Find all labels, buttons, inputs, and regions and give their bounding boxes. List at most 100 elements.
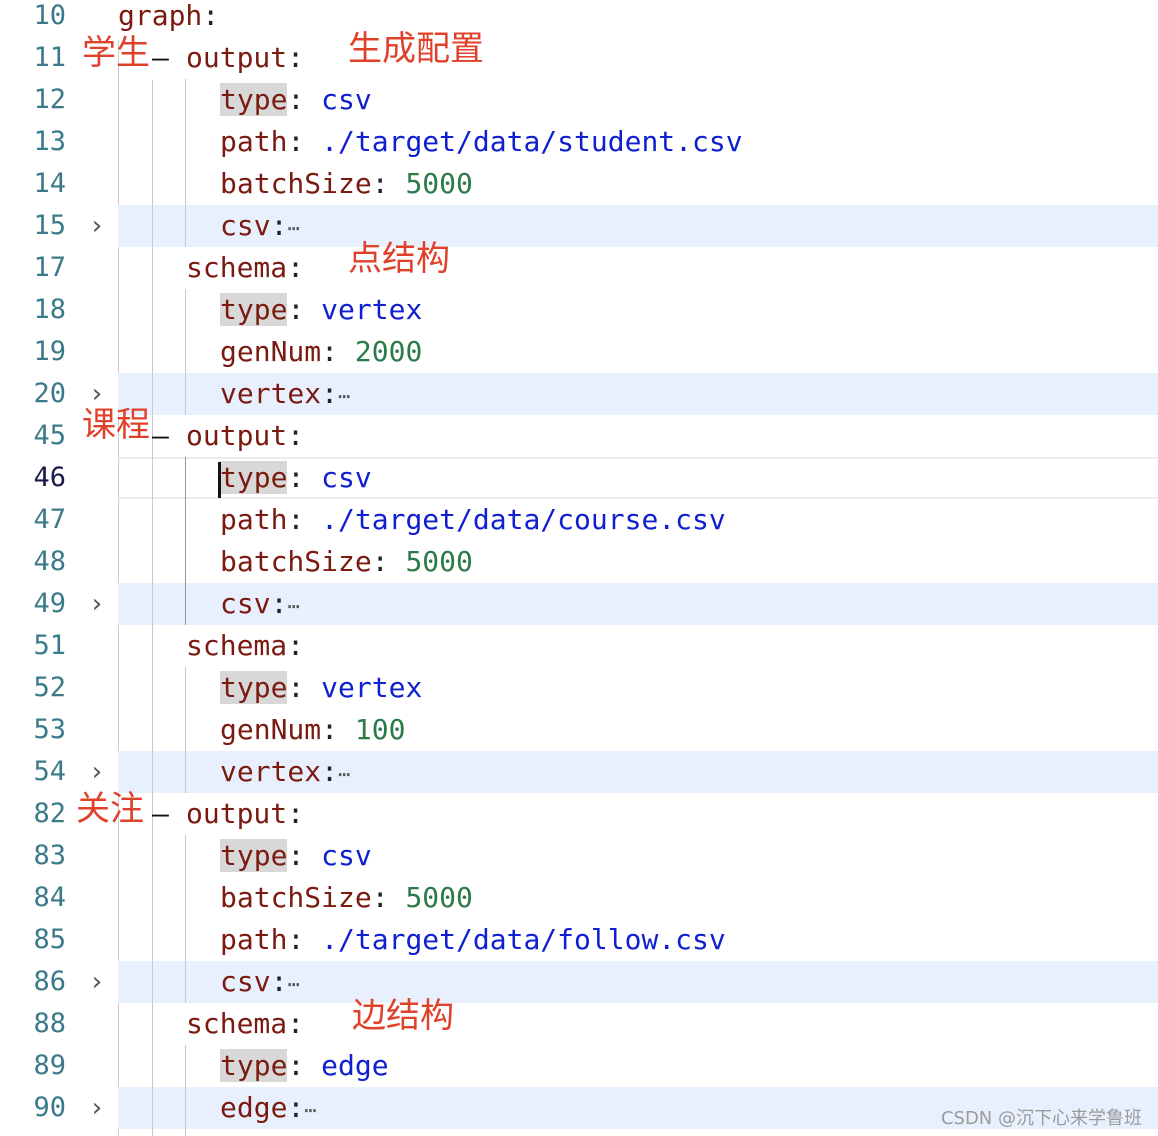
code-text: path: ./target/data/follow.csv [220,919,726,961]
line-number: 52 [33,672,66,703]
code-token: : [287,83,322,116]
code-line[interactable]: 45 output: [0,415,1158,457]
code-token: path [220,503,288,536]
indent-guide [152,80,153,1136]
code-token: : [321,713,355,746]
code-line[interactable]: 52 type: vertex [0,667,1158,709]
code-token: : [287,41,305,74]
annotation-follow: 关注 [76,789,144,829]
fold-chevron-icon[interactable]: › [86,751,108,793]
code-token: : [287,293,322,326]
code-line[interactable]: 83 type: csv [0,835,1158,877]
code-line[interactable]: 12 type: csv [0,79,1158,121]
code-token: : [371,167,406,200]
fold-chevron-icon[interactable]: › [86,205,108,247]
code-token: ⋯ [338,762,351,786]
code-line[interactable]: 51 schema: [0,625,1158,667]
annotation-gen-config: 生成配置 [348,29,484,69]
code-token: ⋯ [287,216,300,240]
line-number: 17 [33,252,66,283]
line-number: 85 [33,924,66,955]
annotation-student: 学生 [82,33,150,73]
code-line[interactable]: 88 schema: [0,1003,1158,1045]
line-number: 51 [33,630,66,661]
line-number: 53 [33,714,66,745]
code-text: path: ./target/data/student.csv [220,121,743,163]
code-token: type [220,461,288,494]
code-token: : [287,797,305,830]
code-line[interactable]: 86 › csv:⋯ [0,961,1158,1003]
code-line[interactable]: 89 type: edge [0,1045,1158,1087]
code-line[interactable]: 10 graph: [0,0,1158,37]
fold-chevron-icon[interactable]: › [86,961,108,1003]
code-text: type: csv [220,79,372,121]
code-token: : [287,839,322,872]
code-line[interactable]: 20 › vertex:⋯ [0,373,1158,415]
code-line[interactable]: 19 genNum: 2000 [0,331,1158,373]
code-text: output: [186,37,304,79]
text-cursor [218,462,221,498]
line-number: 88 [33,1008,66,1039]
annotation-vertex-schema: 点结构 [348,239,450,279]
code-editor[interactable]: 10 graph: 11 output: 12 type: csv 13 path: ./ta… [0,0,1158,1136]
line-number: 18 [33,294,66,325]
code-text: edge:⋯ [220,1087,316,1131]
annotation-edge-schema: 边结构 [352,996,454,1036]
code-token: schema [186,629,288,662]
code-token: ⋯ [338,384,351,408]
line-number: 90 [33,1092,66,1123]
code-line[interactable]: 13 path: ./target/data/student.csv [0,121,1158,163]
code-line[interactable]: 15 › csv:⋯ [0,205,1158,247]
code-token: batchSize [220,167,372,200]
code-text: batchSize: 5000 [220,877,473,919]
annotation-course: 课程 [82,405,150,445]
code-token: csv [220,209,271,242]
code-token: 100 [354,713,406,746]
code-text: batchSize: 5000 [220,541,473,583]
code-token: ⋯ [304,1098,317,1122]
code-text: csv:⋯ [220,583,299,627]
code-line[interactable]: 14 batchSize: 5000 [0,163,1158,205]
code-token: genNum [220,713,322,746]
code-token: : [287,1007,305,1040]
code-token: vertex [321,671,423,704]
code-token: type [220,671,288,704]
line-number: 46 [33,462,66,493]
code-token: : [287,125,322,158]
fold-chevron-icon[interactable]: › [86,583,108,625]
code-text: vertex:⋯ [220,373,350,417]
code-line[interactable]: 47 path: ./target/data/course.csv [0,499,1158,541]
code-token: ./target/data/follow.csv [321,923,726,956]
code-line[interactable]: 49 › csv:⋯ [0,583,1158,625]
code-token: : [287,251,305,284]
code-token: schema [186,1007,288,1040]
code-token: : [270,587,288,620]
code-text: type: csv [220,835,372,877]
fold-chevron-icon[interactable]: › [86,1087,108,1129]
line-number: 12 [33,84,66,115]
code-token: path [220,125,288,158]
code-token: genNum [220,335,322,368]
code-line[interactable]: 18 type: vertex [0,289,1158,331]
code-text: batchSize: 5000 [220,163,473,205]
code-token: type [220,1049,288,1082]
code-token: : [321,377,339,410]
code-line[interactable]: 48 batchSize: 5000 [0,541,1158,583]
code-text: type: vertex [220,667,422,709]
code-line[interactable]: 11 output: [0,37,1158,79]
code-line[interactable]: 84 batchSize: 5000 [0,877,1158,919]
line-number: 89 [33,1050,66,1081]
code-text: output: [186,793,304,835]
code-line[interactable]: 17 schema: [0,247,1158,289]
code-text: genNum: 2000 [220,331,422,373]
code-token: : [321,335,355,368]
code-token: vertex [220,755,322,788]
code-line[interactable]: 46 type: csv [0,457,1158,499]
code-token: vertex [321,293,423,326]
code-line[interactable]: 82 output: [0,793,1158,835]
code-text: output: [186,415,304,457]
code-line[interactable]: 53 genNum: 100 [0,709,1158,751]
code-line[interactable]: 85 path: ./target/data/follow.csv [0,919,1158,961]
code-line[interactable]: 54 › vertex:⋯ [0,751,1158,793]
watermark: CSDN @沉下心来学鲁班 [940,1108,1142,1129]
